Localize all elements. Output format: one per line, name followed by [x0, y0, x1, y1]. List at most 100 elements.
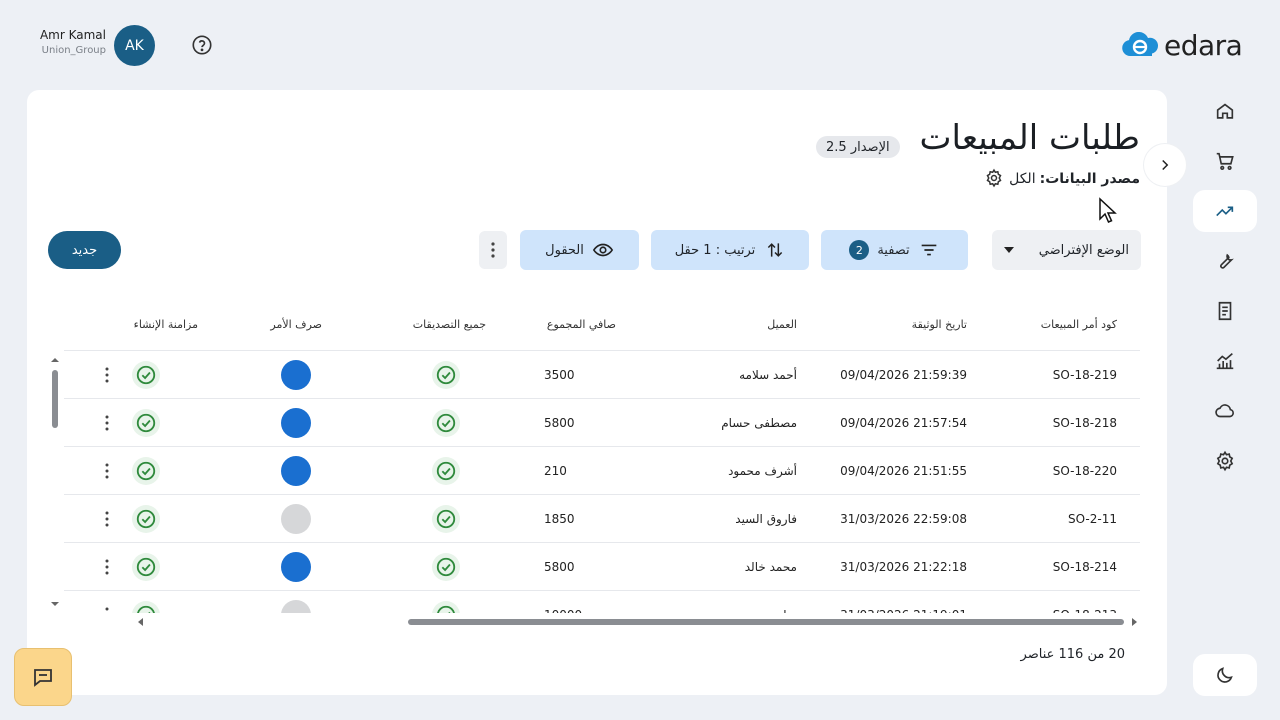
- sidebar-item-settings[interactable]: [1193, 440, 1257, 482]
- cell-code: SO-18-213: [1053, 591, 1117, 613]
- column-header-net-total[interactable]: صافي المجموع: [547, 318, 616, 331]
- cell-date: 09/04/2026 21:59:39: [840, 368, 967, 382]
- cell-date: 31/03/2026 21:22:18: [840, 560, 967, 574]
- wrench-icon: [1220, 253, 1234, 269]
- sidebar-item-documents[interactable]: [1193, 290, 1257, 332]
- cell-code: SO-18-220: [1052, 464, 1117, 478]
- approved-check-icon: [432, 409, 460, 437]
- column-header-customer[interactable]: العميل: [767, 318, 797, 331]
- filter-label: تصفية: [877, 242, 910, 258]
- cell-date: 09/04/2026 21:57:54: [840, 416, 967, 430]
- table-row[interactable]: SO-18-214 31/03/2026 21:22:18 محمد خالد 580…: [64, 542, 1140, 590]
- table-row[interactable]: SO-18-218 09/04/2026 21:57:54 مصطفى حسام 58…: [64, 398, 1140, 446]
- cell-code: SO-2-11: [1068, 512, 1117, 526]
- pagination-info: 20 من 116 عناصر: [1020, 647, 1125, 662]
- cell-net-total: 210: [544, 464, 567, 478]
- row-menu-icon[interactable]: [104, 557, 110, 577]
- sync-check-icon: [132, 553, 160, 581]
- moon-icon: [1217, 667, 1233, 683]
- sidebar-item-reports[interactable]: [1193, 340, 1257, 382]
- chevron-right-icon: [1162, 159, 1169, 171]
- row-menu-icon[interactable]: [104, 413, 110, 433]
- receipt-icon: [1218, 301, 1232, 321]
- theme-toggle[interactable]: [1193, 654, 1257, 696]
- approved-check-icon: [432, 505, 460, 533]
- sync-check-icon: [132, 505, 160, 533]
- collapse-sidebar-button[interactable]: [1144, 144, 1186, 186]
- datasource-settings-icon[interactable]: [984, 168, 1004, 188]
- column-header-sync[interactable]: مزامنة الإنشاء: [134, 318, 198, 331]
- avatar[interactable]: AK: [114, 25, 155, 66]
- sidebar-item-cart[interactable]: [1193, 140, 1257, 182]
- sort-label: ترتيب : 1 حقل: [674, 242, 756, 258]
- cell-net-total: 10000: [544, 591, 582, 613]
- help-icon[interactable]: [191, 34, 213, 56]
- row-menu-icon[interactable]: [104, 509, 110, 529]
- sidebar-item-cloud[interactable]: [1193, 390, 1257, 432]
- page-title: طلبات المبيعات: [919, 118, 1140, 158]
- column-header-dispatch[interactable]: صرف الأمر: [270, 318, 322, 331]
- cell-net-total: 5800: [544, 560, 575, 574]
- more-vertical-icon: [491, 242, 495, 258]
- fields-button[interactable]: الحقول: [520, 230, 639, 270]
- row-menu-icon[interactable]: [104, 605, 110, 613]
- view-mode-select[interactable]: الوضع الإفتراضي: [992, 230, 1141, 270]
- sort-arrows-icon: [768, 243, 783, 257]
- column-header-date[interactable]: تاريخ الوثيقة: [912, 318, 967, 331]
- horizontal-scrollbar[interactable]: [135, 614, 1140, 628]
- user-name: Amr Kamal: [39, 28, 106, 42]
- new-button[interactable]: جديد: [48, 231, 121, 269]
- more-options-button[interactable]: [479, 231, 507, 269]
- dispatch-status-dot: [281, 504, 311, 534]
- dispatch-status-dot: [281, 408, 311, 438]
- cell-customer: أشرف محمود: [728, 464, 797, 478]
- filter-button[interactable]: تصفية 2: [821, 230, 968, 270]
- chat-icon: [34, 669, 52, 687]
- fields-label: الحقول: [545, 242, 584, 258]
- table-row[interactable]: SO-2-11 31/03/2026 22:59:08 فاروق السيد 185…: [64, 494, 1140, 542]
- user-info: Amr Kamal Union_Group: [30, 28, 106, 56]
- cell-code: SO-18-214: [1052, 560, 1117, 574]
- dispatch-status-dot: [281, 552, 311, 582]
- cart-icon: [1216, 152, 1234, 170]
- sidebar: [1193, 90, 1257, 490]
- sidebar-item-sales[interactable]: [1193, 190, 1257, 232]
- sync-check-icon: [132, 601, 160, 613]
- dispatch-status-dot: [281, 456, 311, 486]
- sidebar-item-home[interactable]: [1193, 90, 1257, 132]
- table-row[interactable]: SO-18-213 31/03/2026 21:19:01 سامي 10000: [64, 590, 1140, 613]
- cell-net-total: 3500: [544, 368, 575, 382]
- cloud-logo-icon: [1122, 31, 1158, 56]
- table-row[interactable]: SO-18-219 09/04/2026 21:59:39 أحمد سلامه 35…: [64, 350, 1140, 398]
- cell-customer: مصطفى حسام: [721, 416, 797, 430]
- user-org: Union_Group: [41, 45, 106, 56]
- cell-code: SO-18-219: [1052, 368, 1117, 382]
- table-body: SO-18-219 09/04/2026 21:59:39 أحمد سلامه 35…: [64, 350, 1140, 613]
- cell-customer: محمد خالد: [744, 560, 797, 574]
- approved-check-icon: [432, 457, 460, 485]
- cell-customer: سامي: [767, 591, 797, 613]
- settings-icon: [1216, 450, 1234, 472]
- row-menu-icon[interactable]: [104, 365, 110, 385]
- column-header-code[interactable]: كود أمر المبيعات: [1041, 318, 1117, 331]
- analytics-icon: [1216, 353, 1234, 370]
- vertical-scrollbar[interactable]: [49, 354, 61, 610]
- filter-count-badge: 2: [849, 240, 870, 260]
- row-menu-icon[interactable]: [104, 461, 110, 481]
- sidebar-item-tools[interactable]: [1193, 240, 1257, 282]
- cell-code: SO-18-218: [1052, 416, 1117, 430]
- approved-check-icon: [432, 601, 460, 613]
- sort-button[interactable]: ترتيب : 1 حقل: [651, 230, 809, 270]
- cloud-icon: [1215, 404, 1234, 418]
- cell-customer: أحمد سلامه: [739, 368, 797, 382]
- brand-name: edara: [1164, 29, 1243, 62]
- mouse-cursor-icon: [1098, 197, 1118, 225]
- chat-button[interactable]: [14, 648, 72, 706]
- table-row[interactable]: SO-18-220 09/04/2026 21:51:55 أشرف محمود 21…: [64, 446, 1140, 494]
- eye-icon: [592, 243, 613, 257]
- column-header-approvals[interactable]: جميع التصديقات: [413, 318, 486, 331]
- datasource: مصدر البيانات: الكل: [1009, 171, 1140, 187]
- brand-logo: edara: [1120, 29, 1243, 62]
- cell-date: 31/03/2026 22:59:08: [840, 512, 967, 526]
- view-mode-label: الوضع الإفتراضي: [1038, 242, 1129, 258]
